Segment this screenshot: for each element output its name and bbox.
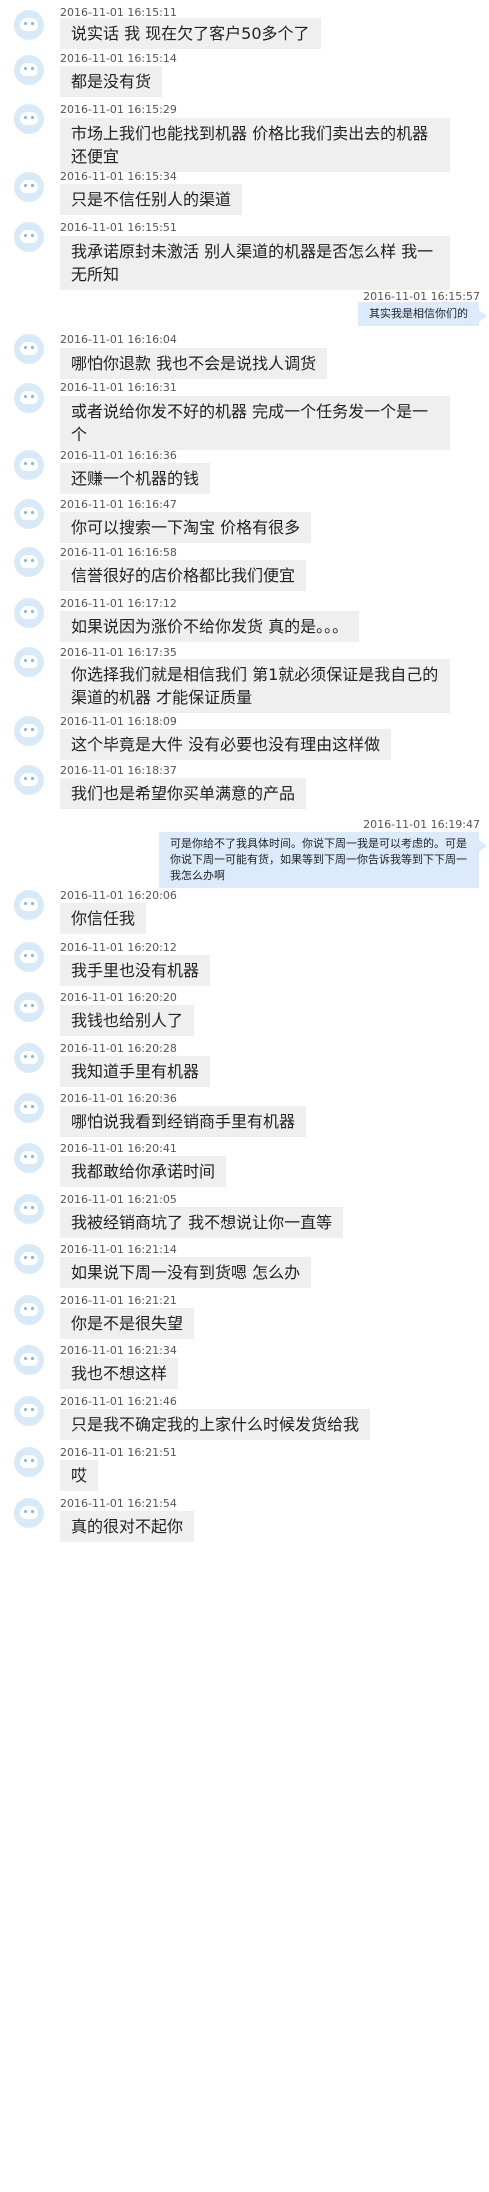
contact-avatar	[14, 942, 44, 972]
received-message-bubble: 你是不是很失望	[60, 1308, 195, 1339]
message-timestamp: 2016-11-01 16:15:14	[60, 52, 177, 65]
message-timestamp: 2016-11-01 16:18:09	[60, 715, 177, 728]
message-timestamp: 2016-11-01 16:21:51	[60, 1446, 177, 1459]
contact-avatar	[14, 450, 44, 480]
received-message-bubble: 都是没有货	[60, 66, 163, 97]
message-timestamp: 2016-11-01 16:16:04	[60, 333, 177, 346]
message-timestamp: 2016-11-01 16:16:31	[60, 381, 177, 394]
received-message-bubble: 我也不想这样	[60, 1358, 179, 1389]
received-message-bubble: 信誉很好的店价格都比我们便宜	[60, 560, 307, 591]
contact-avatar	[14, 334, 44, 364]
received-message-bubble: 如果说因为涨价不给你发货 真的是。。。	[60, 611, 360, 642]
message-timestamp: 2016-11-01 16:15:34	[60, 170, 177, 183]
received-message-bubble: 我手里也没有机器	[60, 955, 211, 986]
message-timestamp: 2016-11-01 16:20:41	[60, 1142, 177, 1155]
received-message-bubble: 你信任我	[60, 903, 147, 934]
received-message-bubble: 只是我不确定我的上家什么时候发货给我	[60, 1409, 371, 1440]
received-message-bubble: 你可以搜索一下淘宝 价格有很多	[60, 512, 312, 543]
message-timestamp: 2016-11-01 16:17:12	[60, 597, 177, 610]
received-message-bubble: 我们也是希望你买单满意的产品	[60, 778, 307, 809]
contact-avatar	[14, 992, 44, 1022]
contact-avatar	[14, 104, 44, 134]
contact-avatar	[14, 1093, 44, 1123]
message-timestamp: 2016-11-01 16:15:29	[60, 103, 177, 116]
contact-avatar	[14, 383, 44, 413]
received-message-bubble: 我承诺原封未激活 别人渠道的机器是否怎么样 我一无所知	[60, 236, 450, 290]
message-timestamp: 2016-11-01 16:20:36	[60, 1092, 177, 1105]
contact-avatar	[14, 1447, 44, 1477]
message-timestamp: 2016-11-01 16:20:12	[60, 941, 177, 954]
contact-avatar	[14, 1396, 44, 1426]
message-timestamp: 2016-11-01 16:20:20	[60, 991, 177, 1004]
received-message-bubble: 哪怕你退款 我也不会是说找人调货	[60, 348, 328, 379]
received-message-bubble: 你选择我们就是相信我们 第1就必须保证是我自己的渠道的机器 才能保证质量	[60, 659, 450, 713]
chat-history: 2016-11-01 16:15:11 说实话 我 现在欠了客户50多个了 2016…	[0, 0, 489, 2192]
message-timestamp: 2016-11-01 16:20:06	[60, 889, 177, 902]
received-message-bubble: 或者说给你发不好的机器 完成一个任务发一个是一个	[60, 396, 450, 450]
received-message-bubble: 只是不信任别人的渠道	[60, 184, 243, 215]
contact-avatar	[14, 598, 44, 628]
message-timestamp: 2016-11-01 16:16:36	[60, 449, 177, 462]
received-message-bubble: 如果说下周一没有到货嗯 怎么办	[60, 1257, 312, 1288]
contact-avatar	[14, 10, 44, 40]
received-message-bubble: 我钱也给别人了	[60, 1005, 195, 1036]
contact-avatar	[14, 547, 44, 577]
message-timestamp: 2016-11-01 16:15:51	[60, 221, 177, 234]
message-timestamp: 2016-11-01 16:17:35	[60, 646, 177, 659]
contact-avatar	[14, 1194, 44, 1224]
contact-avatar	[14, 1244, 44, 1274]
message-timestamp: 2016-11-01 16:21:21	[60, 1294, 177, 1307]
message-timestamp: 2016-11-01 16:18:37	[60, 764, 177, 777]
contact-avatar	[14, 1143, 44, 1173]
received-message-bubble: 真的很对不起你	[60, 1511, 195, 1542]
message-timestamp: 2016-11-01 16:21:05	[60, 1193, 177, 1206]
received-message-bubble: 还赚一个机器的钱	[60, 463, 211, 494]
contact-avatar	[14, 222, 44, 252]
received-message-bubble: 我知道手里有机器	[60, 1056, 211, 1087]
received-message-bubble: 我都敢给你承诺时间	[60, 1156, 227, 1187]
received-message-bubble: 说实话 我 现在欠了客户50多个了	[60, 18, 321, 49]
message-timestamp: 2016-11-01 16:20:28	[60, 1042, 177, 1055]
contact-avatar	[14, 765, 44, 795]
received-message-bubble: 哎	[60, 1460, 99, 1491]
contact-avatar	[14, 647, 44, 677]
sent-message-bubble: 可是你给不了我具体时间。你说下周一我是可以考虑的。可是你说下周一可能有货，如果等…	[159, 832, 487, 888]
contact-avatar	[14, 172, 44, 202]
message-timestamp: 2016-11-01 16:16:58	[60, 546, 177, 559]
message-timestamp: 2016-11-01 16:21:54	[60, 1497, 177, 1510]
message-timestamp: 2016-11-01 16:21:14	[60, 1243, 177, 1256]
contact-avatar	[14, 1498, 44, 1528]
contact-avatar	[14, 716, 44, 746]
message-timestamp: 2016-11-01 16:16:47	[60, 498, 177, 511]
message-timestamp: 2016-11-01 16:21:34	[60, 1344, 177, 1357]
message-timestamp: 2016-11-01 16:21:46	[60, 1395, 177, 1408]
received-message-bubble: 这个毕竟是大件 没有必要也没有理由这样做	[60, 729, 392, 760]
message-timestamp: 2016-11-01 16:19:47	[363, 818, 480, 831]
contact-avatar	[14, 1345, 44, 1375]
received-message-bubble: 我被经销商坑了 我不想说让你一直等	[60, 1207, 344, 1238]
contact-avatar	[14, 499, 44, 529]
contact-avatar	[14, 890, 44, 920]
contact-avatar	[14, 1295, 44, 1325]
received-message-bubble: 市场上我们也能找到机器 价格比我们卖出去的机器还便宜	[60, 118, 450, 172]
sent-message-bubble: 其实我是相信你们的	[358, 302, 487, 326]
contact-avatar	[14, 55, 44, 85]
contact-avatar	[14, 1043, 44, 1073]
received-message-bubble: 哪怕说我看到经销商手里有机器	[60, 1106, 307, 1137]
